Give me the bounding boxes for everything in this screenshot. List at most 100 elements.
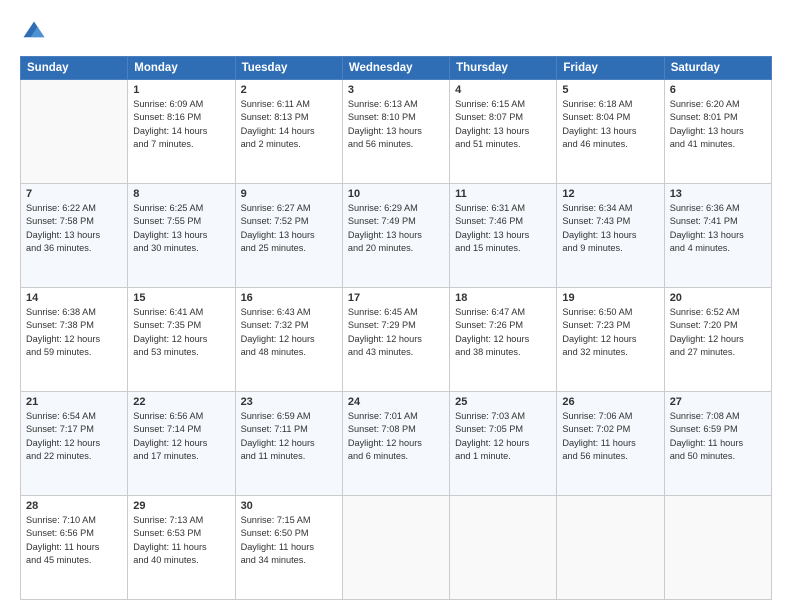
day-number: 26 bbox=[562, 396, 658, 408]
day-number: 24 bbox=[348, 396, 444, 408]
day-cell: 14Sunrise: 6:38 AM Sunset: 7:38 PM Dayli… bbox=[21, 288, 128, 392]
day-number: 17 bbox=[348, 292, 444, 304]
day-number: 20 bbox=[670, 292, 766, 304]
day-cell: 15Sunrise: 6:41 AM Sunset: 7:35 PM Dayli… bbox=[128, 288, 235, 392]
day-info: Sunrise: 6:34 AM Sunset: 7:43 PM Dayligh… bbox=[562, 202, 658, 255]
day-number: 12 bbox=[562, 188, 658, 200]
day-cell: 1 Sunrise: 6:09 AM Sunset: 8:16 PM Daylig… bbox=[128, 80, 235, 184]
logo bbox=[20, 18, 52, 46]
day-info: Sunrise: 6:43 AM Sunset: 7:32 PM Dayligh… bbox=[241, 306, 337, 359]
day-cell: 30 Sunrise: 7:15 AM Sunset: 6:50 PM Dayli… bbox=[235, 496, 342, 600]
header bbox=[20, 18, 772, 46]
day-cell: 11 Sunrise: 6:31 AM Sunset: 7:46 PM Dayli… bbox=[450, 184, 557, 288]
day-info: Sunrise: 7:01 AM Sunset: 7:08 PM Dayligh… bbox=[348, 410, 444, 463]
day-info: Sunrise: 6:50 AM Sunset: 7:23 PM Dayligh… bbox=[562, 306, 658, 359]
day-info: Sunrise: 6:15 AM Sunset: 8:07 PM Dayligh… bbox=[455, 98, 551, 151]
day-number: 8 bbox=[133, 188, 229, 200]
day-cell: 2 Sunrise: 6:11 AM Sunset: 8:13 PM Daylig… bbox=[235, 80, 342, 184]
day-number: 21 bbox=[26, 396, 122, 408]
day-cell: 23Sunrise: 6:59 AM Sunset: 7:11 PM Dayli… bbox=[235, 392, 342, 496]
day-number: 29 bbox=[133, 500, 229, 512]
day-cell: 18Sunrise: 6:47 AM Sunset: 7:26 PM Dayli… bbox=[450, 288, 557, 392]
day-number: 2 bbox=[241, 84, 337, 96]
day-number: 4 bbox=[455, 84, 551, 96]
day-cell bbox=[21, 80, 128, 184]
day-cell: 25 Sunrise: 7:03 AM Sunset: 7:05 PM Dayli… bbox=[450, 392, 557, 496]
day-info: Sunrise: 7:08 AM Sunset: 6:59 PM Dayligh… bbox=[670, 410, 766, 463]
day-number: 25 bbox=[455, 396, 551, 408]
day-cell bbox=[664, 496, 771, 600]
day-info: Sunrise: 6:47 AM Sunset: 7:26 PM Dayligh… bbox=[455, 306, 551, 359]
day-info: Sunrise: 6:20 AM Sunset: 8:01 PM Dayligh… bbox=[670, 98, 766, 151]
day-cell bbox=[557, 496, 664, 600]
page: SundayMondayTuesdayWednesdayThursdayFrid… bbox=[0, 0, 792, 612]
day-info: Sunrise: 6:36 AM Sunset: 7:41 PM Dayligh… bbox=[670, 202, 766, 255]
day-info: Sunrise: 7:06 AM Sunset: 7:02 PM Dayligh… bbox=[562, 410, 658, 463]
day-info: Sunrise: 6:29 AM Sunset: 7:49 PM Dayligh… bbox=[348, 202, 444, 255]
week-row-2: 14Sunrise: 6:38 AM Sunset: 7:38 PM Dayli… bbox=[21, 288, 772, 392]
day-number: 7 bbox=[26, 188, 122, 200]
header-cell-monday: Monday bbox=[128, 57, 235, 80]
calendar-table: SundayMondayTuesdayWednesdayThursdayFrid… bbox=[20, 56, 772, 600]
day-number: 15 bbox=[133, 292, 229, 304]
day-cell: 6Sunrise: 6:20 AM Sunset: 8:01 PM Daylig… bbox=[664, 80, 771, 184]
day-info: Sunrise: 6:09 AM Sunset: 8:16 PM Dayligh… bbox=[133, 98, 229, 151]
header-cell-saturday: Saturday bbox=[664, 57, 771, 80]
calendar-body: 1 Sunrise: 6:09 AM Sunset: 8:16 PM Daylig… bbox=[21, 80, 772, 600]
week-row-0: 1 Sunrise: 6:09 AM Sunset: 8:16 PM Daylig… bbox=[21, 80, 772, 184]
day-cell: 8 Sunrise: 6:25 AM Sunset: 7:55 PM Daylig… bbox=[128, 184, 235, 288]
day-number: 27 bbox=[670, 396, 766, 408]
day-cell: 5 Sunrise: 6:18 AM Sunset: 8:04 PM Daylig… bbox=[557, 80, 664, 184]
calendar-header: SundayMondayTuesdayWednesdayThursdayFrid… bbox=[21, 57, 772, 80]
day-cell: 26 Sunrise: 7:06 AM Sunset: 7:02 PM Dayli… bbox=[557, 392, 664, 496]
day-info: Sunrise: 6:18 AM Sunset: 8:04 PM Dayligh… bbox=[562, 98, 658, 151]
day-cell: 3 Sunrise: 6:13 AM Sunset: 8:10 PM Daylig… bbox=[342, 80, 449, 184]
header-cell-thursday: Thursday bbox=[450, 57, 557, 80]
day-number: 1 bbox=[133, 84, 229, 96]
day-cell: 24 Sunrise: 7:01 AM Sunset: 7:08 PM Dayli… bbox=[342, 392, 449, 496]
day-info: Sunrise: 7:15 AM Sunset: 6:50 PM Dayligh… bbox=[241, 514, 337, 567]
day-cell: 16Sunrise: 6:43 AM Sunset: 7:32 PM Dayli… bbox=[235, 288, 342, 392]
day-cell: 13Sunrise: 6:36 AM Sunset: 7:41 PM Dayli… bbox=[664, 184, 771, 288]
day-cell: 17 Sunrise: 6:45 AM Sunset: 7:29 PM Dayli… bbox=[342, 288, 449, 392]
week-row-1: 7 Sunrise: 6:22 AM Sunset: 7:58 PM Daylig… bbox=[21, 184, 772, 288]
day-number: 11 bbox=[455, 188, 551, 200]
day-number: 10 bbox=[348, 188, 444, 200]
day-cell: 19 Sunrise: 6:50 AM Sunset: 7:23 PM Dayli… bbox=[557, 288, 664, 392]
day-number: 9 bbox=[241, 188, 337, 200]
header-cell-sunday: Sunday bbox=[21, 57, 128, 80]
day-info: Sunrise: 6:52 AM Sunset: 7:20 PM Dayligh… bbox=[670, 306, 766, 359]
day-number: 3 bbox=[348, 84, 444, 96]
day-number: 30 bbox=[241, 500, 337, 512]
day-info: Sunrise: 7:13 AM Sunset: 6:53 PM Dayligh… bbox=[133, 514, 229, 567]
day-cell: 20 Sunrise: 6:52 AM Sunset: 7:20 PM Dayli… bbox=[664, 288, 771, 392]
day-info: Sunrise: 6:59 AM Sunset: 7:11 PM Dayligh… bbox=[241, 410, 337, 463]
day-cell: 22 Sunrise: 6:56 AM Sunset: 7:14 PM Dayli… bbox=[128, 392, 235, 496]
day-number: 28 bbox=[26, 500, 122, 512]
day-number: 22 bbox=[133, 396, 229, 408]
day-info: Sunrise: 6:22 AM Sunset: 7:58 PM Dayligh… bbox=[26, 202, 122, 255]
day-cell: 12 Sunrise: 6:34 AM Sunset: 7:43 PM Dayli… bbox=[557, 184, 664, 288]
day-cell: 10 Sunrise: 6:29 AM Sunset: 7:49 PM Dayli… bbox=[342, 184, 449, 288]
header-cell-wednesday: Wednesday bbox=[342, 57, 449, 80]
day-info: Sunrise: 6:13 AM Sunset: 8:10 PM Dayligh… bbox=[348, 98, 444, 151]
day-info: Sunrise: 6:45 AM Sunset: 7:29 PM Dayligh… bbox=[348, 306, 444, 359]
day-info: Sunrise: 6:54 AM Sunset: 7:17 PM Dayligh… bbox=[26, 410, 122, 463]
day-cell: 4 Sunrise: 6:15 AM Sunset: 8:07 PM Daylig… bbox=[450, 80, 557, 184]
day-cell: 27 Sunrise: 7:08 AM Sunset: 6:59 PM Dayli… bbox=[664, 392, 771, 496]
day-number: 19 bbox=[562, 292, 658, 304]
day-info: Sunrise: 6:38 AM Sunset: 7:38 PM Dayligh… bbox=[26, 306, 122, 359]
day-cell bbox=[342, 496, 449, 600]
day-number: 5 bbox=[562, 84, 658, 96]
header-cell-tuesday: Tuesday bbox=[235, 57, 342, 80]
header-cell-friday: Friday bbox=[557, 57, 664, 80]
day-cell: 7 Sunrise: 6:22 AM Sunset: 7:58 PM Daylig… bbox=[21, 184, 128, 288]
week-row-3: 21 Sunrise: 6:54 AM Sunset: 7:17 PM Dayli… bbox=[21, 392, 772, 496]
day-info: Sunrise: 6:56 AM Sunset: 7:14 PM Dayligh… bbox=[133, 410, 229, 463]
day-cell: 9Sunrise: 6:27 AM Sunset: 7:52 PM Daylig… bbox=[235, 184, 342, 288]
day-info: Sunrise: 6:25 AM Sunset: 7:55 PM Dayligh… bbox=[133, 202, 229, 255]
day-info: Sunrise: 6:31 AM Sunset: 7:46 PM Dayligh… bbox=[455, 202, 551, 255]
day-info: Sunrise: 7:03 AM Sunset: 7:05 PM Dayligh… bbox=[455, 410, 551, 463]
day-info: Sunrise: 6:11 AM Sunset: 8:13 PM Dayligh… bbox=[241, 98, 337, 151]
day-cell: 28Sunrise: 7:10 AM Sunset: 6:56 PM Dayli… bbox=[21, 496, 128, 600]
